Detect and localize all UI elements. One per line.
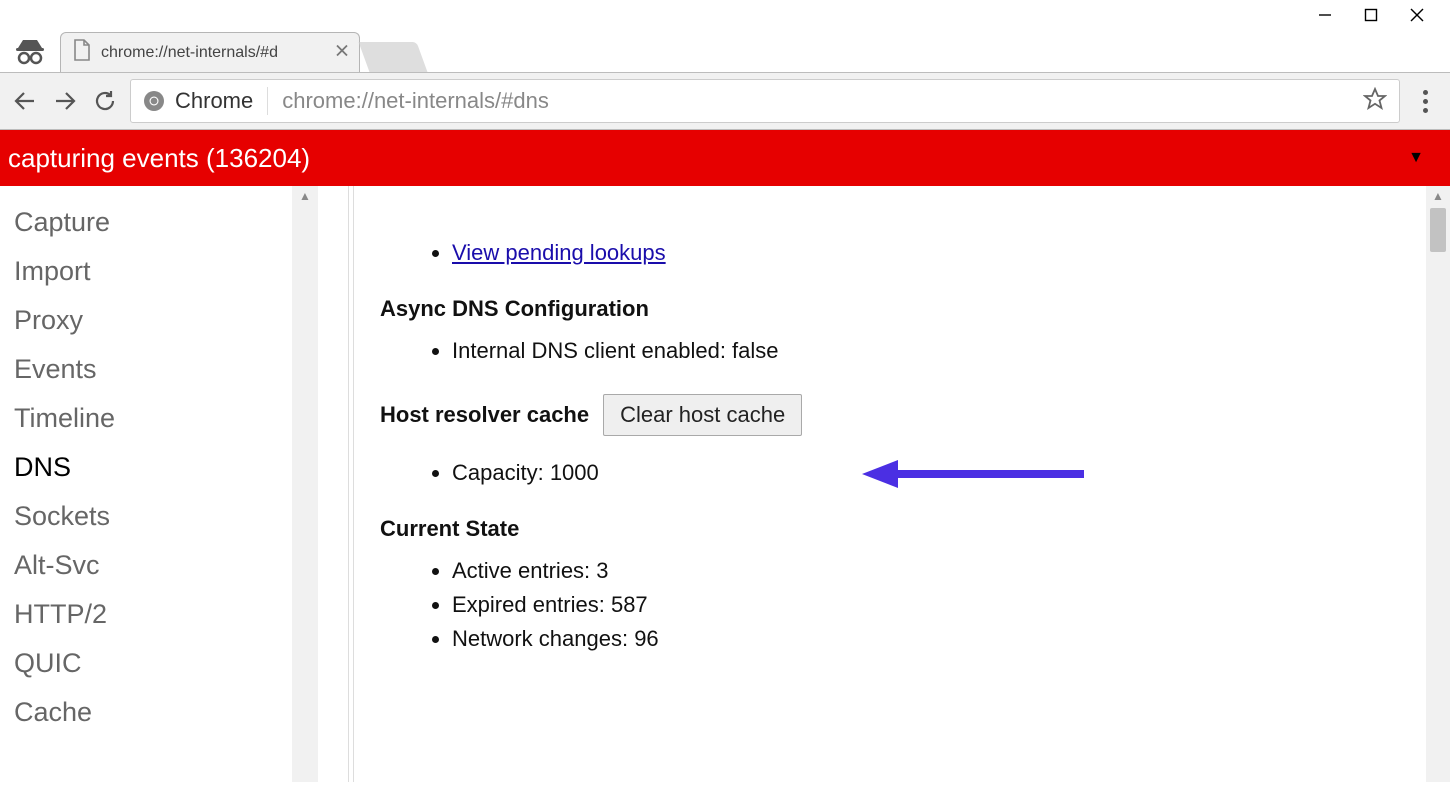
content-area: Capture Import Proxy Events Timeline DNS… <box>0 186 1450 782</box>
sidebar-item-label: Capture <box>14 207 110 237</box>
host-resolver-heading: Host resolver cache <box>380 402 589 428</box>
sidebar-item-capture[interactable]: Capture <box>14 198 318 247</box>
scroll-up-arrow-icon[interactable]: ▲ <box>1426 186 1450 206</box>
sidebar-item-label: Alt-Svc <box>14 550 100 580</box>
sidebar-item-timeline[interactable]: Timeline <box>14 394 318 443</box>
window-close-button[interactable] <box>1394 0 1440 30</box>
sidebar-container: Capture Import Proxy Events Timeline DNS… <box>0 186 348 782</box>
browser-tab[interactable]: chrome://net-internals/#d <box>60 32 360 72</box>
sidebar-item-cache[interactable]: Cache <box>14 688 318 737</box>
reload-button[interactable] <box>90 86 120 116</box>
sidebar-item-label: QUIC <box>14 648 82 678</box>
bookmark-star-icon[interactable] <box>1363 87 1387 116</box>
address-bar[interactable]: Chrome chrome://net-internals/#dns <box>130 79 1400 123</box>
expired-entries-value: Expired entries: 587 <box>452 588 1410 622</box>
sidebar-item-http2[interactable]: HTTP/2 <box>14 590 318 639</box>
main-panel: View pending lookups Async DNS Configura… <box>354 186 1450 782</box>
window-minimize-button[interactable] <box>1302 0 1348 30</box>
scrollbar-thumb[interactable] <box>1430 208 1446 252</box>
origin-chip: Chrome <box>143 88 253 114</box>
forward-button[interactable] <box>50 86 80 116</box>
url-text: chrome://net-internals/#dns <box>282 88 1349 114</box>
tab-title: chrome://net-internals/#d <box>101 44 278 62</box>
sidebar-item-label: Sockets <box>14 501 110 531</box>
tab-strip: chrome://net-internals/#d <box>0 28 1450 72</box>
divider <box>267 87 268 115</box>
network-changes-value: Network changes: 96 <box>452 622 1410 656</box>
sidebar: Capture Import Proxy Events Timeline DNS… <box>0 186 318 782</box>
new-tab-button[interactable] <box>359 42 428 72</box>
sidebar-item-label: HTTP/2 <box>14 599 107 629</box>
browser-menu-button[interactable] <box>1410 90 1440 113</box>
origin-chip-label: Chrome <box>175 88 253 114</box>
sidebar-item-import[interactable]: Import <box>14 247 318 296</box>
window-maximize-button[interactable] <box>1348 0 1394 30</box>
sidebar-item-proxy[interactable]: Proxy <box>14 296 318 345</box>
async-dns-heading: Async DNS Configuration <box>380 296 1410 322</box>
clear-host-cache-button[interactable]: Clear host cache <box>603 394 802 436</box>
capture-status-text: capturing events (136204) <box>8 143 310 174</box>
current-state-heading: Current State <box>380 516 1410 542</box>
sidebar-item-label: Events <box>14 354 97 384</box>
scroll-up-arrow-icon[interactable]: ▲ <box>292 186 318 206</box>
chrome-icon <box>143 90 165 112</box>
sidebar-item-events[interactable]: Events <box>14 345 318 394</box>
sidebar-item-label: Timeline <box>14 403 115 433</box>
dropdown-triangle-icon[interactable]: ▼ <box>1408 149 1424 167</box>
sidebar-item-quic[interactable]: QUIC <box>14 639 318 688</box>
capacity-value: Capacity: 1000 <box>452 456 1410 490</box>
view-pending-lookups-link[interactable]: View pending lookups <box>452 240 666 265</box>
incognito-icon <box>0 36 60 72</box>
sidebar-item-label: Cache <box>14 697 92 727</box>
tab-close-icon[interactable] <box>335 43 349 62</box>
active-entries-value: Active entries: 3 <box>452 554 1410 588</box>
browser-toolbar: Chrome chrome://net-internals/#dns <box>0 72 1450 130</box>
capture-status-bar[interactable]: capturing events (136204) ▼ <box>0 130 1450 186</box>
sidebar-item-sockets[interactable]: Sockets <box>14 492 318 541</box>
sidebar-item-label: Proxy <box>14 305 83 335</box>
async-dns-status: Internal DNS client enabled: false <box>452 334 1410 368</box>
sidebar-item-altsvc[interactable]: Alt-Svc <box>14 541 318 590</box>
main-scrollbar[interactable]: ▲ <box>1426 186 1450 782</box>
sidebar-scrollbar[interactable]: ▲ <box>292 186 318 782</box>
back-button[interactable] <box>10 86 40 116</box>
sidebar-item-dns[interactable]: DNS <box>14 443 318 492</box>
file-icon <box>73 39 91 66</box>
sidebar-item-label: DNS <box>14 452 71 482</box>
sidebar-item-label: Import <box>14 256 91 286</box>
